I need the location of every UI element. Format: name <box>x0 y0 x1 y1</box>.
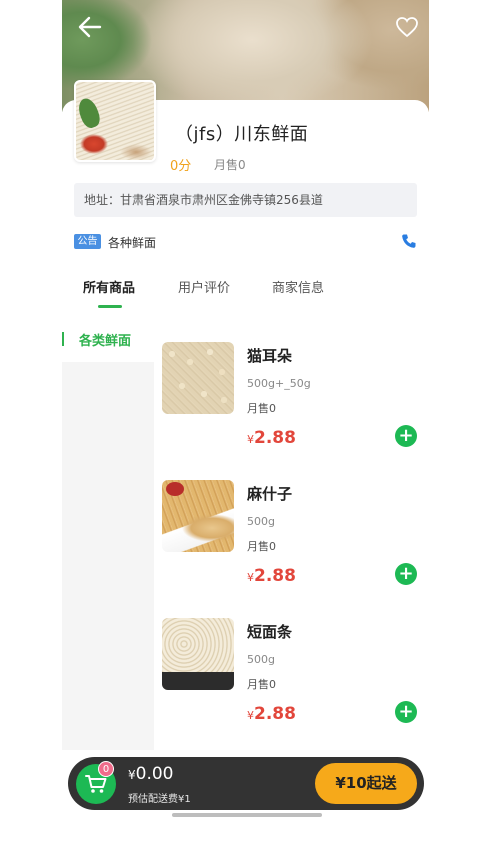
currency-symbol: ¥ <box>247 709 254 722</box>
min-order-button[interactable]: ¥10起送 <box>315 763 417 804</box>
category-label: 各类鲜面 <box>79 334 132 349</box>
shop-monthly-sales: 月售0 <box>214 158 246 172</box>
category-active-indicator <box>62 332 64 346</box>
call-button[interactable] <box>401 233 417 249</box>
cart-count-badge: 0 <box>98 761 114 777</box>
product-item[interactable]: 麻什子 500g 月售0 ¥2.88 + <box>162 480 427 610</box>
product-price: ¥2.88 <box>247 566 296 586</box>
product-item[interactable]: 猫耳朵 500g+_50g 月售0 ¥2.88 + <box>162 342 427 472</box>
product-spec: 500g <box>247 653 275 666</box>
category-sidebar <box>62 318 154 750</box>
currency-symbol: ¥ <box>128 768 136 782</box>
product-spec: 500g <box>247 515 275 528</box>
product-monthly-sales: 月售0 <box>247 540 276 553</box>
price-value: 2.88 <box>254 428 296 448</box>
add-to-cart-button[interactable]: + <box>395 701 417 723</box>
tab-all-products[interactable]: 所有商品 <box>83 277 135 296</box>
add-to-cart-button[interactable]: + <box>395 563 417 585</box>
product-monthly-sales: 月售0 <box>247 678 276 691</box>
heart-icon <box>396 17 418 38</box>
tab-merchant-info[interactable]: 商家信息 <box>272 277 324 296</box>
notice-text: 各种鲜面 <box>108 236 157 250</box>
product-price: ¥2.88 <box>247 428 296 448</box>
product-image <box>162 618 234 690</box>
cart-total: ¥0.00 <box>128 764 174 784</box>
currency-symbol: ¥ <box>247 433 254 446</box>
favorite-button[interactable] <box>395 16 419 38</box>
price-value: 2.88 <box>254 566 296 586</box>
add-to-cart-button[interactable]: + <box>395 425 417 447</box>
tab-user-reviews[interactable]: 用户评价 <box>178 277 230 296</box>
delivery-fee: 预估配送费¥1 <box>128 794 191 805</box>
price-value: 2.88 <box>254 704 296 724</box>
shop-address[interactable]: 地址：甘肃省酒泉市肃州区金佛寺镇256县道 <box>74 183 417 217</box>
shop-name: （jfs）川东鲜面 <box>175 124 309 145</box>
shop-screen: （jfs）川东鲜面 0分 月售0 地址：甘肃省酒泉市肃州区金佛寺镇256县道 公… <box>62 0 429 842</box>
product-name: 麻什子 <box>247 485 293 503</box>
product-spec: 500g+_50g <box>247 377 311 390</box>
product-image <box>162 342 234 414</box>
product-name: 短面条 <box>247 623 293 641</box>
product-price: ¥2.88 <box>247 704 296 724</box>
active-tab-indicator <box>98 305 122 308</box>
category-item-fresh-noodles[interactable]: 各类鲜面 <box>62 318 154 362</box>
shop-score: 0分 <box>170 159 192 174</box>
back-button[interactable] <box>78 16 102 38</box>
shopping-cart-icon <box>85 775 107 793</box>
product-monthly-sales: 月售0 <box>247 402 276 415</box>
cart-total-value: 0.00 <box>135 764 174 784</box>
cart-bar: 0 ¥0.00 预估配送费¥1 ¥10起送 <box>68 757 424 810</box>
product-image <box>162 480 234 552</box>
product-item[interactable]: 短面条 500g 月售0 ¥2.88 + <box>162 618 427 748</box>
currency-symbol: ¥ <box>247 571 254 584</box>
notice-badge: 公告 <box>74 234 101 249</box>
home-indicator <box>172 813 322 817</box>
product-name: 猫耳朵 <box>247 347 293 365</box>
phone-icon <box>402 234 416 248</box>
arrow-left-icon <box>78 16 102 38</box>
shop-logo <box>74 80 156 162</box>
